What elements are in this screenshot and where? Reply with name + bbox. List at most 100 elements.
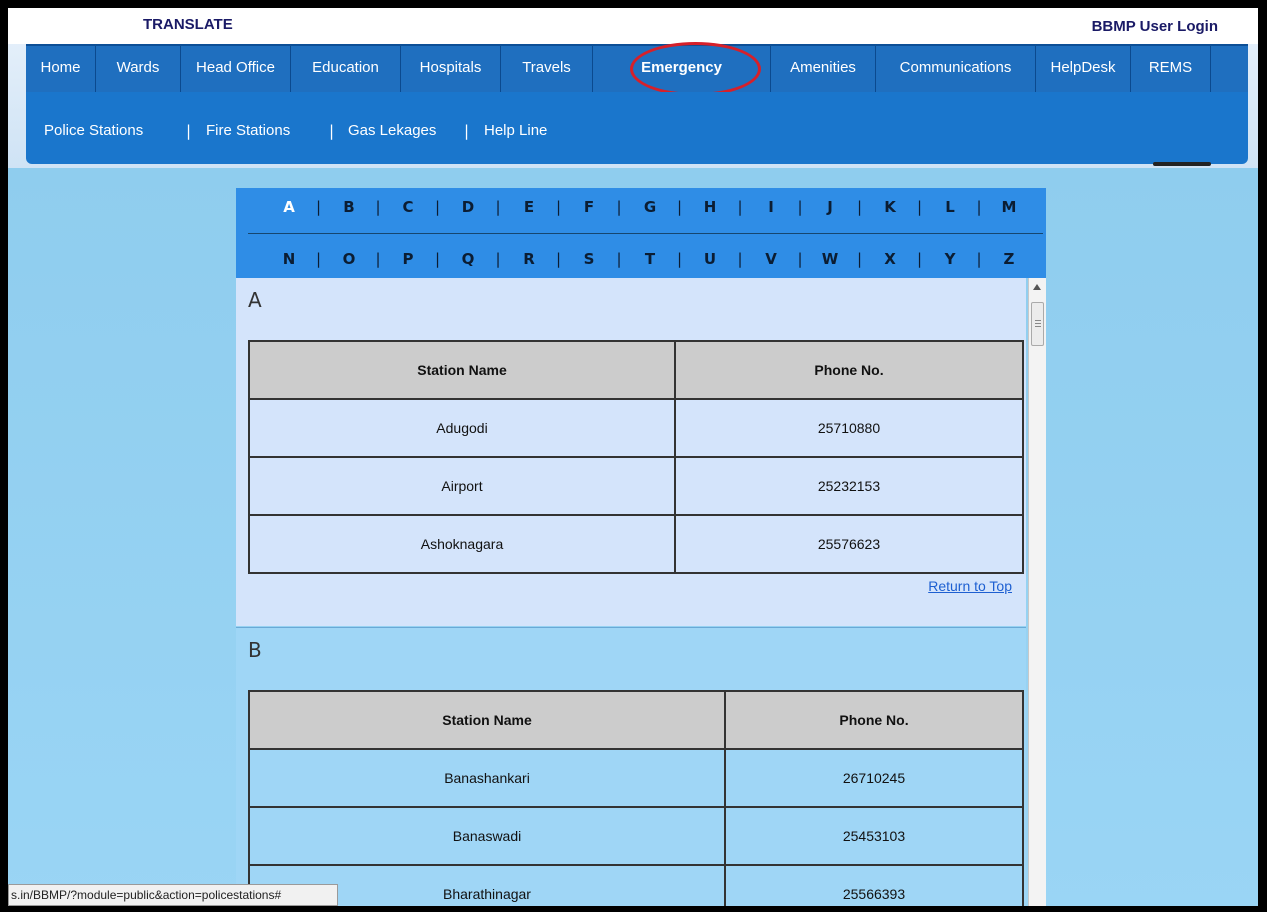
return-to-top-link[interactable]: Return to Top [928, 578, 1012, 594]
letter-link[interactable]: T [641, 240, 659, 278]
letter-separator: | [495, 250, 501, 268]
nav-hospitals[interactable]: Hospitals [401, 46, 501, 94]
user-login-link[interactable]: BBMP User Login [1092, 18, 1218, 35]
letter-link[interactable]: U [701, 240, 719, 278]
letter-link[interactable]: X [881, 240, 899, 278]
letter-separator: | [435, 250, 441, 268]
letter-link[interactable]: F [580, 188, 598, 226]
subnav-separator: | [329, 122, 335, 140]
alphabet-divider [248, 233, 1043, 234]
subnav-gas-leakages[interactable]: Gas Lekages [348, 122, 436, 139]
phone-number: 25232153 [674, 456, 1024, 516]
letter-link[interactable]: S [580, 240, 598, 278]
table-row: Ashoknagara 25576623 [248, 514, 1024, 574]
table-row: Bharathinagar 25566393 [248, 864, 1024, 906]
stations-table: Station Name Phone No. Adugodi 25710880 … [248, 340, 1024, 574]
status-bar-url: s.in/BBMP/?module=public&action=policest… [8, 884, 338, 906]
table-header-row: Station Name Phone No. [248, 340, 1024, 400]
nav-home[interactable]: Home [26, 46, 96, 94]
table-row: Banashankari 26710245 [248, 748, 1024, 808]
emergency-highlight-circle [630, 42, 761, 96]
scroll-thumb[interactable] [1031, 302, 1044, 346]
letter-link[interactable]: E [520, 188, 538, 226]
column-header: Station Name [248, 690, 726, 750]
nav-travels[interactable]: Travels [501, 46, 593, 94]
letter-separator: | [857, 250, 863, 268]
top-bar: TRANSLATE BBMP User Login [8, 8, 1258, 44]
translate-link[interactable]: TRANSLATE [143, 16, 233, 33]
letter-separator: | [495, 198, 501, 216]
nav-amenities[interactable]: Amenities [771, 46, 876, 94]
letter-link[interactable]: Q [459, 240, 477, 278]
stations-table: Station Name Phone No. Banashankari 2671… [248, 690, 1024, 906]
letter-separator: | [556, 198, 562, 216]
table-header-row: Station Name Phone No. [248, 690, 1024, 750]
letter-link[interactable]: K [881, 188, 899, 226]
column-header: Station Name [248, 340, 676, 400]
letter-separator: | [316, 198, 322, 216]
letter-separator: | [616, 250, 622, 268]
letter-link[interactable]: L [941, 188, 959, 226]
phone-number: 25566393 [724, 864, 1024, 906]
letter-separator: | [917, 198, 923, 216]
nav-wards[interactable]: Wards [96, 46, 181, 94]
letter-link[interactable]: M [1000, 188, 1018, 226]
subnav-fire-stations[interactable]: Fire Stations [206, 122, 290, 139]
letter-separator: | [556, 250, 562, 268]
letter-link[interactable]: B [340, 188, 358, 226]
letter-separator: | [737, 250, 743, 268]
phone-number: 25710880 [674, 398, 1024, 458]
station-name: Banashankari [248, 748, 726, 808]
station-name: Adugodi [248, 398, 676, 458]
letter-link[interactable]: Y [941, 240, 959, 278]
letter-link[interactable]: O [340, 240, 358, 278]
letter-separator: | [616, 198, 622, 216]
letter-link[interactable]: I [762, 188, 780, 226]
letter-separator: | [857, 198, 863, 216]
subnav-police-stations[interactable]: Police Stations [44, 122, 143, 139]
alphabet-row-1: A B C D E F G H I J K L M | | | | | | | | | | | | [236, 188, 1046, 226]
section-heading: B [248, 638, 262, 662]
vertical-scrollbar[interactable] [1028, 278, 1046, 906]
nav-rems[interactable]: REMS [1131, 46, 1211, 94]
letter-link[interactable]: J [821, 188, 839, 226]
nav-helpdesk[interactable]: HelpDesk [1036, 46, 1131, 94]
subnav-help-line[interactable]: Help Line [484, 122, 547, 139]
sub-navigation: Police Stations | Fire Stations | Gas Le… [26, 92, 1248, 164]
section-b: B Station Name Phone No. Banashankari 26… [236, 627, 1026, 906]
letter-link[interactable]: Z [1000, 240, 1018, 278]
column-header: Phone No. [724, 690, 1024, 750]
letter-separator: | [737, 198, 743, 216]
letter-link[interactable]: V [762, 240, 780, 278]
letter-separator: | [375, 198, 381, 216]
scroll-up-arrow-icon[interactable] [1033, 284, 1041, 290]
table-row: Banaswadi 25453103 [248, 806, 1024, 866]
letter-link[interactable]: N [280, 240, 298, 278]
letter-link[interactable]: P [399, 240, 417, 278]
nav-head-office[interactable]: Head Office [181, 46, 291, 94]
letter-link[interactable]: G [641, 188, 659, 226]
phone-number: 25453103 [724, 806, 1024, 866]
letter-link[interactable]: D [459, 188, 477, 226]
letter-link[interactable]: W [821, 240, 839, 278]
letter-separator: | [797, 250, 803, 268]
letter-separator: | [917, 250, 923, 268]
letter-separator: | [976, 250, 982, 268]
table-row: Adugodi 25710880 [248, 398, 1024, 458]
letter-separator: | [677, 250, 683, 268]
section-a: A Station Name Phone No. Adugodi 2571088… [236, 278, 1026, 626]
nav-communications[interactable]: Communications [876, 46, 1036, 94]
station-name: Airport [248, 456, 676, 516]
letter-link[interactable]: R [520, 240, 538, 278]
letter-separator: | [435, 198, 441, 216]
letter-separator: | [797, 198, 803, 216]
letter-link[interactable]: A [280, 188, 298, 226]
letter-separator: | [316, 250, 322, 268]
station-name: Banaswadi [248, 806, 726, 866]
column-header: Phone No. [674, 340, 1024, 400]
letter-link[interactable]: H [701, 188, 719, 226]
station-name: Ashoknagara [248, 514, 676, 574]
alphabet-index: A B C D E F G H I J K L M | | | | | | | | | | | | N… [236, 188, 1046, 278]
letter-link[interactable]: C [399, 188, 417, 226]
nav-education[interactable]: Education [291, 46, 401, 94]
